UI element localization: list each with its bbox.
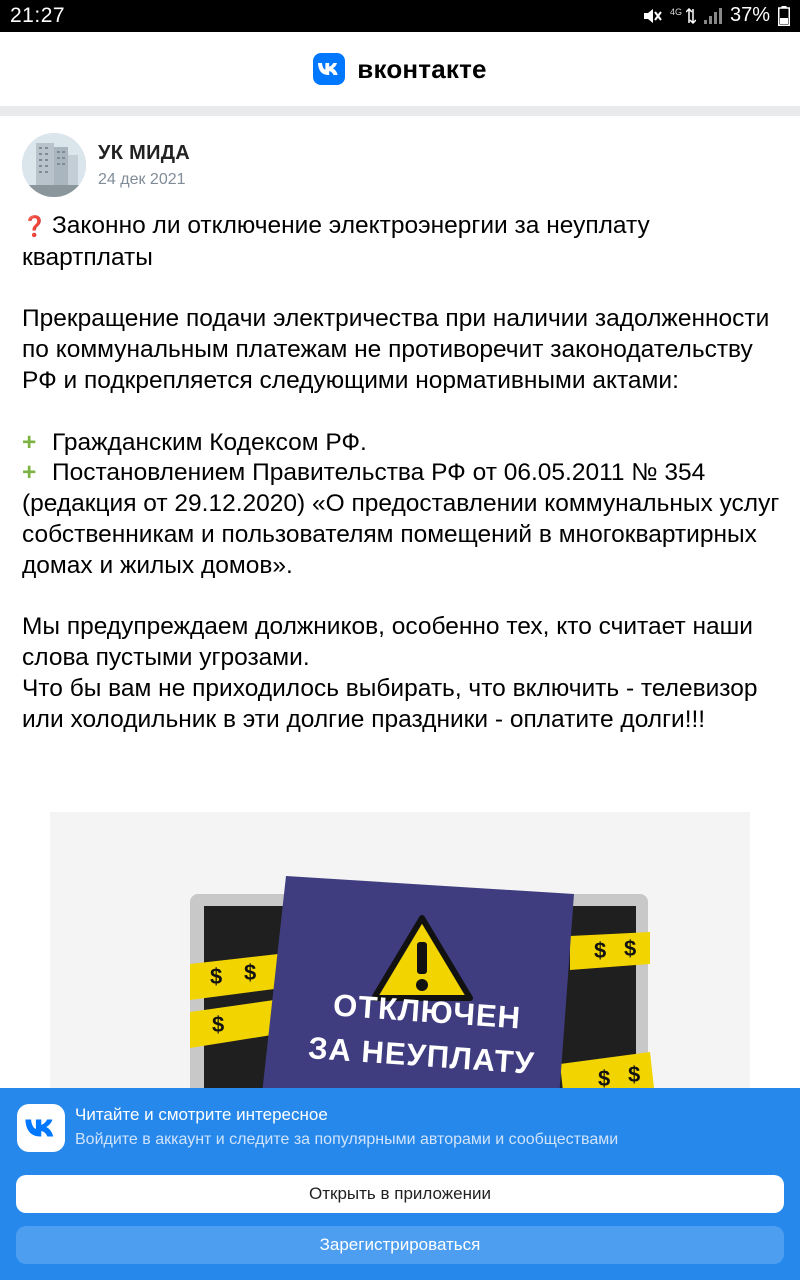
battery-icon: [778, 5, 790, 26]
question-mark-icon: ❓: [22, 216, 47, 238]
author-name[interactable]: УК МИДА: [98, 142, 190, 165]
list-item-text: Постановлением Правительства РФ от 06.05…: [22, 459, 780, 579]
list-item: + Гражданским Кодексом РФ.: [22, 428, 782, 459]
post-paragraph-1: Прекращение подачи электричества при нал…: [22, 305, 770, 394]
post-title-line: ❓ Законно ли отключение электроэнергии за…: [22, 211, 782, 274]
post-title: Законно ли отключение электроэнергии за …: [22, 212, 650, 271]
network-type: 4G: [669, 7, 682, 17]
post-paragraph-2: Мы предупреждаем должников, особенно тех…: [22, 613, 753, 672]
header-title: вконтакте: [357, 53, 487, 84]
promo-title: Читайте и смотрите интересное: [75, 1105, 328, 1124]
header-divider: [0, 106, 800, 116]
plus-icon: +: [22, 459, 37, 487]
avatar[interactable]: [22, 133, 86, 197]
status-time: 21:27: [10, 4, 66, 27]
list-item: + Постановлением Правительства РФ от 06.0…: [22, 458, 782, 581]
app-promo-banner: Читайте и смотрите интересное Войдите в …: [0, 1088, 800, 1280]
promo-subtitle: Войдите в аккаунт и следите за популярны…: [75, 1131, 619, 1148]
tape-symbol: $: [212, 1012, 225, 1037]
vk-logo-icon[interactable]: [313, 53, 346, 85]
post-text: ❓ Законно ли отключение электроэнергии за…: [22, 211, 782, 736]
tape-symbol: $: [628, 1062, 641, 1087]
post-header: УК МИДА 24 дек 2021: [22, 133, 190, 197]
register-button[interactable]: Зарегистрироваться: [16, 1226, 784, 1264]
tape-symbol: $: [210, 964, 223, 989]
status-icons: 4G 37%: [642, 4, 790, 27]
tape-symbol: $: [624, 936, 637, 961]
signal-icon: [703, 7, 722, 24]
battery-percent: 37%: [729, 4, 770, 26]
post-paragraph-3: Что бы вам не приходилось выбирать, что …: [22, 674, 758, 733]
open-in-app-button[interactable]: Открыть в приложении: [16, 1175, 784, 1213]
tape-symbol: $: [594, 938, 607, 963]
mute-icon: [642, 7, 662, 25]
list-item-text: Гражданским Кодексом РФ.: [52, 428, 367, 456]
post-image[interactable]: $ $ $ $ $ $ $ ОТКЛЮЧЕН ЗА НЕУПЛАТУ: [50, 812, 750, 1112]
data-arrows-icon: [685, 7, 696, 24]
status-bar: 21:27 4G 37%: [0, 0, 800, 32]
plus-icon: +: [22, 428, 37, 456]
app-header: вконтакте: [0, 32, 800, 106]
vk-logo-icon: [17, 1104, 65, 1152]
tape-symbol: $: [244, 960, 257, 985]
post-date[interactable]: 24 дек 2021: [98, 171, 190, 189]
